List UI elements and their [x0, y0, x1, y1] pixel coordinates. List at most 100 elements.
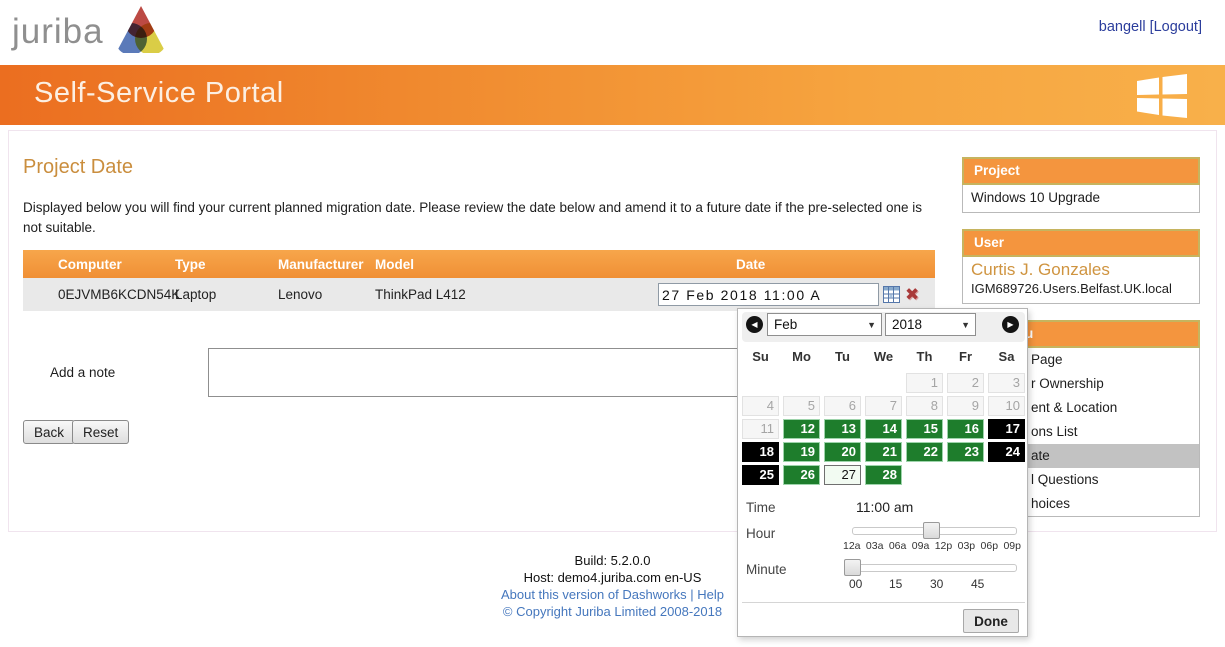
self-service-portal-page: juriba bangell [Logout] Self-Service Por…: [0, 0, 1225, 647]
weekday-label: Mo: [783, 349, 820, 364]
calendar-day-2: 2: [947, 373, 984, 393]
user-account-path: IGM689726.Users.Belfast.UK.local: [963, 280, 1199, 296]
calendar-day-9: 9: [947, 396, 984, 416]
calendar-day-17: 17: [988, 419, 1025, 439]
calendar-day-4: 4: [742, 396, 779, 416]
calendar-day-empty: [988, 465, 1025, 485]
calendar-day-8: 8: [906, 396, 943, 416]
weekday-label: Th: [906, 349, 943, 364]
year-select[interactable]: 2018 ▼: [885, 313, 976, 336]
calendar-day-11: 11: [742, 419, 779, 439]
minute-slider-track[interactable]: [844, 564, 1017, 572]
weekday-label: We: [865, 349, 902, 364]
logged-in-user: bangell: [1099, 19, 1146, 35]
popup-divider: [742, 602, 1025, 603]
weekday-label: Fr: [947, 349, 984, 364]
calendar-grid: 1234567891011121314151617181920212223242…: [742, 373, 1025, 488]
hour-tick-label: 12p: [935, 540, 953, 552]
calendar-day-25: 25: [742, 465, 779, 485]
calendar-day-21[interactable]: 21: [865, 442, 902, 462]
calendar-day-empty: [742, 373, 779, 393]
user-panel-header: User: [962, 229, 1200, 257]
calendar-day-13[interactable]: 13: [824, 419, 861, 439]
calendar-day-19[interactable]: 19: [783, 442, 820, 462]
col-model: Model: [375, 257, 658, 272]
calendar-day-empty: [947, 465, 984, 485]
reset-button[interactable]: Reset: [72, 420, 129, 444]
calendar-week-row: 123: [742, 373, 1025, 396]
previous-month-button[interactable]: ◀: [746, 316, 763, 333]
calendar-icon[interactable]: [883, 286, 900, 303]
col-computer: Computer: [23, 257, 175, 272]
done-button[interactable]: Done: [963, 609, 1019, 633]
hour-tick-label: 03p: [958, 540, 976, 552]
calendar-day-15[interactable]: 15: [906, 419, 943, 439]
minute-tick-label: 30: [930, 577, 943, 591]
minute-tick-label: 00: [849, 577, 862, 591]
calendar-day-14[interactable]: 14: [865, 419, 902, 439]
back-button[interactable]: Back: [23, 420, 75, 444]
hour-tick-label: 09p: [1003, 540, 1021, 552]
weekday-label: Su: [742, 349, 779, 364]
windows-logo-icon: [1137, 74, 1187, 123]
minute-slider-handle[interactable]: [844, 559, 861, 576]
calendar-day-3: 3: [988, 373, 1025, 393]
copyright-text: © Copyright Juriba Limited 2008-2018: [0, 603, 1225, 620]
hour-label: Hour: [746, 526, 775, 541]
hour-tick-label: 06a: [889, 540, 907, 552]
build-version: Build: 5.2.0.0: [0, 552, 1225, 569]
type-cell: Laptop: [175, 287, 278, 302]
calendar-day-16[interactable]: 16: [947, 419, 984, 439]
date-cell: ✖: [658, 283, 935, 306]
calendar-day-1: 1: [906, 373, 943, 393]
calendar-week-row: 45678910: [742, 396, 1025, 419]
calendar-day-27[interactable]: 27: [824, 465, 861, 485]
calendar-day-20[interactable]: 20: [824, 442, 861, 462]
migration-date-input[interactable]: [658, 283, 879, 306]
user-display-name: Curtis J. Gonzales: [963, 257, 1199, 280]
computer-name-cell: 0EJVMB6KCDN54K: [23, 287, 175, 302]
calendar-day-7: 7: [865, 396, 902, 416]
col-date: Date: [658, 257, 935, 272]
clear-date-icon[interactable]: ✖: [905, 286, 919, 303]
page-title: Project Date: [23, 156, 133, 179]
calendar-week-row: 11121314151617: [742, 419, 1025, 442]
juriba-logo-text: juriba: [12, 12, 104, 52]
minute-tick-labels: 00153045: [844, 577, 1017, 591]
help-link[interactable]: Help: [697, 587, 724, 602]
calendar-day-22[interactable]: 22: [906, 442, 943, 462]
calendar-day-empty: [865, 373, 902, 393]
minute-tick-label: 15: [889, 577, 902, 591]
hour-slider-handle[interactable]: [923, 522, 940, 539]
calendar-day-10: 10: [988, 396, 1025, 416]
calendar-day-26[interactable]: 26: [783, 465, 820, 485]
page-footer: Build: 5.2.0.0 Host: demo4.juriba.com en…: [0, 552, 1225, 620]
logout-link[interactable]: [Logout]: [1150, 19, 1202, 35]
calendar-day-28[interactable]: 28: [865, 465, 902, 485]
calendar-day-empty: [783, 373, 820, 393]
year-select-value: 2018: [892, 317, 922, 332]
calendar-day-5: 5: [783, 396, 820, 416]
manufacturer-cell: Lenovo: [278, 287, 375, 302]
month-select-value: Feb: [774, 317, 797, 332]
chevron-down-icon: ▼: [867, 320, 876, 330]
calendar-day-empty: [824, 373, 861, 393]
hour-tick-label: 12a: [843, 540, 861, 552]
next-month-button[interactable]: ▶: [1002, 316, 1019, 333]
hour-tick-labels: 12a03a06a09a12p03p06p09p: [843, 540, 1021, 552]
footer-separator: |: [690, 587, 693, 602]
calendar-day-18: 18: [742, 442, 779, 462]
project-panel-value: Windows 10 Upgrade: [962, 185, 1200, 213]
calendar-day-23[interactable]: 23: [947, 442, 984, 462]
calendar-day-empty: [906, 465, 943, 485]
hour-tick-label: 09a: [912, 540, 930, 552]
chevron-down-icon: ▼: [961, 320, 970, 330]
juriba-logo-icon: [114, 4, 168, 61]
calendar-day-24: 24: [988, 442, 1025, 462]
col-type: Type: [175, 257, 278, 272]
month-select[interactable]: Feb ▼: [767, 313, 882, 336]
note-label: Add a note: [50, 365, 115, 380]
about-version-link[interactable]: About this version of Dashworks: [501, 587, 687, 602]
calendar-day-12[interactable]: 12: [783, 419, 820, 439]
model-cell: ThinkPad L412: [375, 287, 658, 302]
